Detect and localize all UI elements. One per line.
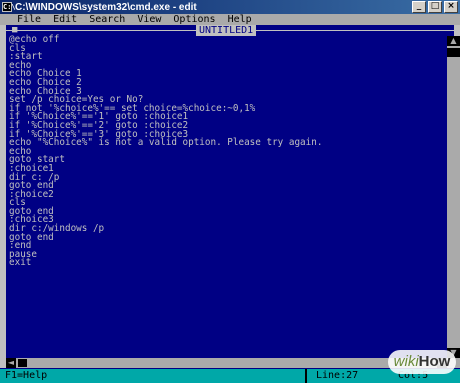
vertical-scroll-thumb[interactable]	[447, 48, 460, 57]
maximize-button[interactable]: □	[428, 1, 442, 13]
code-line: goto end	[9, 205, 54, 217]
code-line: @echo off	[9, 34, 60, 45]
code-line: goto end	[9, 180, 54, 192]
wikihow-watermark: wikiHow	[388, 350, 456, 374]
status-line-number: Line:27	[316, 370, 359, 381]
cmd-window: C:\ C:\WINDOWS\system32\cmd.exe - edit _…	[0, 0, 460, 383]
document-header: ■ UNTITLED1	[0, 25, 460, 36]
window-titlebar[interactable]: C:\ C:\WINDOWS\system32\cmd.exe - edit _…	[0, 0, 460, 14]
code-line: :start	[9, 51, 43, 63]
code-line: echo	[9, 145, 32, 157]
code-line: goto start	[9, 154, 65, 166]
menu-view[interactable]: View	[137, 14, 161, 25]
code-line: exit	[9, 257, 32, 269]
console-area: File Edit Search View Options Help ■ UNT…	[0, 14, 460, 383]
text-editor[interactable]: @echo off cls:start echo echo Choice 1 echo …	[0, 34, 447, 358]
code-line: goto end	[9, 231, 54, 243]
document-title: UNTITLED1	[196, 25, 257, 36]
minimize-button[interactable]: _	[412, 1, 426, 13]
code-line: cls	[9, 197, 26, 209]
menu-edit[interactable]: Edit	[53, 14, 77, 25]
status-bar: F1=Help Line:27 Col:5	[0, 369, 460, 383]
menu-help[interactable]: Help	[228, 14, 252, 25]
scroll-left-icon[interactable]: ◄	[6, 358, 16, 368]
code-line: dir c:/windows /p	[9, 223, 105, 235]
menu-file[interactable]: File	[17, 14, 41, 25]
menu-options[interactable]: Options	[173, 14, 215, 25]
watermark-how: How	[418, 353, 451, 370]
code-line: pause	[9, 248, 37, 260]
code-line: :choice1	[9, 162, 54, 174]
menubar: File Edit Search View Options Help	[0, 14, 460, 25]
scroll-up-icon[interactable]: ▲	[447, 36, 460, 46]
window-controls: _ □ ×	[412, 1, 458, 13]
code-line: dir c: /p	[9, 171, 60, 183]
watermark-wiki: wiki	[393, 353, 419, 370]
menu-search[interactable]: Search	[89, 14, 125, 25]
status-divider	[305, 369, 307, 383]
window-title: C:\WINDOWS\system32\cmd.exe - edit	[15, 1, 197, 13]
code-line: echo "%Choice%" is not a valid option. P…	[9, 137, 323, 149]
vertical-scrollbar[interactable]: ▲ ▼	[447, 36, 460, 358]
horizontal-scroll-thumb[interactable]	[18, 359, 27, 367]
code-line: :choice2	[9, 188, 54, 200]
status-help-hint: F1=Help	[5, 370, 48, 381]
cmd-icon: C:\	[2, 2, 16, 12]
close-button[interactable]: ×	[444, 1, 458, 13]
code-line: cls	[9, 42, 26, 54]
code-line: :end	[9, 240, 32, 252]
